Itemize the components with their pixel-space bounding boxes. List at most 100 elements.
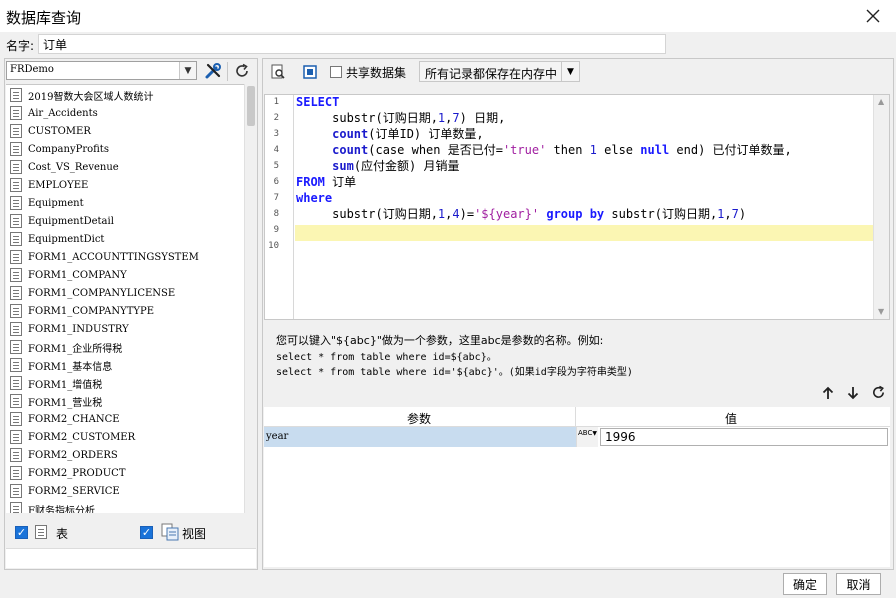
table-name: CompanyProfits [28, 143, 109, 155]
table-row[interactable]: year ABC▼ 1996 [264, 427, 890, 447]
list-item[interactable]: FORM2_CUSTOMER [6, 428, 246, 446]
table-name: CUSTOMER [28, 125, 91, 137]
table-name: 2019智数大会区域人数统计 [28, 91, 154, 103]
type-selector[interactable]: ABC▼ [576, 427, 598, 447]
editor-scrollbar[interactable]: ▲ ▼ [873, 95, 889, 319]
list-item[interactable]: FORM1_INDUSTRY [6, 320, 246, 338]
line-number: 7 [273, 193, 279, 203]
list-item[interactable]: EquipmentDict [6, 230, 246, 248]
list-item[interactable]: Cost_VS_Revenue [6, 158, 246, 176]
table-icon [10, 286, 22, 300]
refresh-icon [872, 385, 884, 398]
list-item[interactable]: CompanyProfits [6, 140, 246, 158]
table-name: FORM2_ORDERS [28, 449, 118, 461]
view-checkbox[interactable]: ✓ [140, 526, 153, 539]
list-item[interactable]: FORM2_PRODUCT [6, 464, 246, 482]
list-item[interactable]: CUSTOMER [6, 122, 246, 140]
list-item[interactable]: FORM1_COMPANY [6, 266, 246, 284]
name-input[interactable] [38, 34, 666, 54]
table-checkbox[interactable]: ✓ [15, 526, 28, 539]
list-item[interactable]: 2019智数大会区域人数统计 [6, 86, 246, 104]
view-icon [161, 523, 179, 541]
chevron-down-icon[interactable]: ▼ [179, 62, 196, 79]
list-item[interactable]: FORM1_COMPANYLICENSE [6, 284, 246, 302]
list-item[interactable]: FORM1_增值税 [6, 374, 246, 392]
title-bar [0, 0, 896, 32]
ok-button[interactable]: 确定 [783, 573, 827, 595]
preview-icon [271, 64, 285, 79]
chevron-down-icon[interactable]: ▼ [561, 62, 579, 81]
close-icon [866, 9, 880, 23]
list-item[interactable]: Air_Accidents [6, 104, 246, 122]
connection-select[interactable]: FRDemo ▼ [6, 61, 197, 80]
tools-icon [205, 62, 221, 78]
list-item[interactable]: FORM1_企业所得税 [6, 338, 246, 356]
preview-button[interactable] [266, 61, 290, 82]
list-item[interactable]: FORM1_COMPANYTYPE [6, 302, 246, 320]
line-number: 1 [273, 97, 279, 107]
param-name-cell[interactable]: year [264, 427, 576, 447]
param-hint-example-1: select * from table where id=${abc}。 [276, 352, 497, 363]
list-item[interactable]: F财务指标分析 [6, 500, 246, 513]
table-icon [10, 304, 22, 318]
table-name: EquipmentDict [28, 233, 105, 245]
table-name: FORM1_ACCOUNTTINGSYSTEM [28, 251, 199, 263]
share-dataset-checkbox[interactable] [330, 66, 342, 78]
list-item[interactable]: EquipmentDetail [6, 212, 246, 230]
connection-settings-button[interactable] [201, 60, 225, 81]
list-item[interactable]: FORM1_营业税 [6, 392, 246, 410]
table-checkbox-label: 表 [56, 527, 69, 541]
storage-mode-select[interactable]: 所有记录都保存在内存中 ▼ [419, 61, 580, 82]
table-name: Cost_VS_Revenue [28, 161, 119, 173]
table-insert-icon [303, 64, 317, 79]
cancel-button[interactable]: 取消 [836, 573, 881, 595]
table-icon [10, 232, 22, 246]
table-icon [10, 448, 22, 462]
param-value-input[interactable]: 1996 [600, 428, 888, 446]
code-line-7: where [296, 191, 333, 205]
list-item[interactable]: EMPLOYEE [6, 176, 246, 194]
table-name: Equipment [28, 197, 84, 209]
param-hint-example-2: select * from table where id='${abc}'。(如… [276, 367, 633, 378]
list-item[interactable]: FORM1_ACCOUNTTINGSYSTEM [6, 248, 246, 266]
list-item[interactable]: FORM2_SERVICE [6, 482, 246, 500]
table-icon [10, 484, 22, 498]
close-button[interactable] [860, 3, 886, 29]
current-line-highlight [295, 225, 873, 241]
line-number: 3 [273, 129, 279, 139]
code-line-2: substr(订购日期,1,7) 日期, [296, 111, 506, 125]
move-up-button[interactable] [818, 382, 838, 403]
line-number-gutter: 1 2 3 4 5 6 7 8 9 10 [265, 95, 294, 319]
list-item[interactable]: FORM2_CHANCE [6, 410, 246, 428]
sql-editor[interactable]: 1 2 3 4 5 6 7 8 9 10 SELECT substr(订购日期,1,7) 日期, … [264, 94, 890, 320]
table-name: F财务指标分析 [28, 505, 95, 514]
param-hint-text: 您可以键入"${abc}"做为一个参数，这里abc是参数的名称。例如: [276, 334, 604, 347]
refresh-params-button[interactable] [868, 382, 888, 403]
table-list-scrollbar[interactable] [244, 84, 256, 513]
line-number: 8 [273, 209, 279, 219]
table-list[interactable]: 2019智数大会区域人数统计 Air_Accidents CUSTOMER Compa… [6, 84, 256, 513]
param-name: year [266, 431, 289, 442]
table-name: FORM1_COMPANY [28, 269, 127, 281]
scroll-up-icon[interactable]: ▲ [878, 97, 884, 106]
table-name: FORM1_基本信息 [28, 361, 113, 373]
table-icon [10, 412, 22, 426]
code-line-5: sum(应付金额) 月销量 [332, 159, 460, 173]
insert-table-button[interactable] [298, 61, 322, 82]
scroll-down-icon[interactable]: ▼ [878, 307, 884, 316]
window-title: 数据库查询 [6, 9, 82, 27]
table-icon [10, 250, 22, 264]
table-icon [10, 106, 22, 120]
line-number: 6 [273, 177, 279, 187]
refresh-tables-button[interactable] [230, 60, 254, 81]
move-down-button[interactable] [843, 382, 863, 403]
list-item[interactable]: FORM2_ORDERS [6, 446, 246, 464]
arrow-up-icon [822, 386, 834, 399]
scrollbar-thumb[interactable] [247, 86, 255, 126]
line-number: 10 [268, 241, 279, 251]
list-item[interactable]: FORM1_基本信息 [6, 356, 246, 374]
table-filter-field[interactable] [6, 548, 256, 568]
table-icon [10, 394, 22, 408]
list-item[interactable]: Equipment [6, 194, 246, 212]
table-icon [10, 322, 22, 336]
